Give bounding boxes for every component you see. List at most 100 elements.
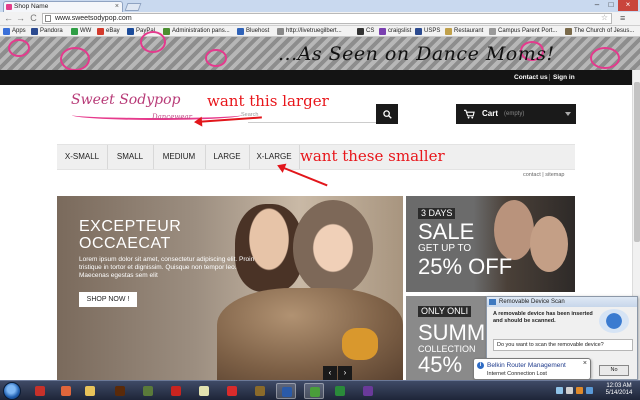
notes-app-icon: [199, 386, 209, 396]
filezilla-app[interactable]: [30, 383, 50, 399]
maximize-button[interactable]: □: [604, 0, 618, 11]
bookmark-label: Campus Parent Port...: [498, 28, 558, 34]
bookmark-favicon-icon: [237, 28, 244, 35]
dreamweaver-app[interactable]: [138, 383, 158, 399]
chrome-app[interactable]: [304, 383, 324, 399]
media-app-icon: [363, 386, 373, 396]
reload-button[interactable]: C: [28, 13, 39, 24]
contact-us-link[interactable]: Contact us: [514, 70, 548, 85]
size-small[interactable]: SMALL: [107, 145, 153, 169]
logo-name[interactable]: Sweet Sodypop: [71, 92, 180, 108]
page-icon: [45, 15, 51, 22]
acrobat-app[interactable]: [166, 383, 186, 399]
tab-close-icon[interactable]: ×: [115, 2, 119, 12]
close-window-button[interactable]: ×: [618, 0, 638, 11]
sign-in-link[interactable]: Sign in: [553, 70, 575, 85]
scanner-icon: [489, 299, 496, 305]
shop-now-button[interactable]: SHOP NOW !: [79, 292, 137, 307]
photoshop-app[interactable]: [276, 383, 296, 399]
minimize-button[interactable]: –: [590, 0, 604, 11]
notes-app[interactable]: [194, 383, 214, 399]
sitemap-link[interactable]: sitemap: [545, 172, 564, 178]
promo-sale-banner[interactable]: 3 DAYS SALE GET UP TO 25% OFF: [406, 196, 575, 292]
cart-button[interactable]: Cart (empty): [456, 104, 576, 124]
bookmark-item[interactable]: Apps: [3, 27, 26, 36]
photo-app[interactable]: [56, 383, 76, 399]
dialog-no-button[interactable]: No: [599, 365, 629, 376]
network-icon[interactable]: [556, 387, 563, 394]
bookmark-label: CS: [366, 28, 375, 34]
size-x-small[interactable]: X-SMALL: [57, 145, 107, 169]
info-icon: i: [477, 362, 484, 369]
bookmark-item[interactable]: The Church of Jesus...: [565, 27, 634, 36]
photo-app-icon: [61, 386, 71, 396]
bookmark-item[interactable]: Administration pans...: [163, 27, 230, 36]
forward-button[interactable]: →: [15, 13, 26, 24]
bookmark-favicon-icon: [31, 28, 38, 35]
promo-headline: SUMM: [418, 320, 486, 345]
tab-title: Shop Name: [14, 3, 49, 10]
start-button[interactable]: [3, 382, 21, 400]
excel-app[interactable]: [330, 383, 350, 399]
clock-date: 5/14/2014: [605, 390, 633, 396]
bookmark-item[interactable]: CS: [357, 27, 374, 36]
balloon-body: Internet Connection Lost: [487, 371, 547, 377]
usb-icon[interactable]: [586, 387, 593, 394]
bookmark-item[interactable]: Campus Parent Port...: [489, 27, 557, 36]
bookmark-item[interactable]: WW: [71, 27, 91, 36]
banner-swirl: [8, 39, 30, 57]
player-app[interactable]: [250, 383, 270, 399]
slider-prev-button[interactable]: ‹: [323, 366, 337, 380]
hero-photo-mitten: [342, 328, 378, 360]
back-button[interactable]: ←: [3, 13, 14, 24]
bookmark-star-icon[interactable]: ☆: [601, 13, 608, 22]
bookmark-label: http://livetruegilbert...: [286, 28, 342, 34]
photoshop-app-icon: [282, 387, 292, 397]
tray-alert-icon[interactable]: [576, 387, 583, 394]
top-nav: Contact us Sign in: [0, 70, 640, 85]
promo-tag: ONLY ONLI: [418, 306, 472, 317]
banner-swirl: [205, 49, 227, 67]
size-medium[interactable]: MEDIUM: [153, 145, 205, 169]
volume-icon[interactable]: [566, 387, 573, 394]
bookmark-label: craigslist: [388, 28, 412, 34]
bookmarks-bar: Apps Pandora WW eBay PayPal Administration pa…: [0, 26, 640, 37]
bookmark-item[interactable]: eBay: [97, 27, 120, 36]
bookmark-item[interactable]: Restaurant: [445, 27, 483, 36]
balloon-close-icon[interactable]: ×: [583, 360, 587, 367]
taskbar-clock[interactable]: 12:03 AM 5/14/2014: [600, 383, 638, 397]
promo-tag: 3 DAYS: [418, 208, 456, 219]
cart-icon: [464, 109, 475, 119]
chrome-menu-icon[interactable]: ≡: [620, 14, 630, 23]
search-button[interactable]: [376, 104, 398, 124]
cart-label: Cart: [482, 109, 499, 118]
explorer-app[interactable]: [80, 383, 100, 399]
cart-count: (empty): [504, 111, 525, 117]
reader-app[interactable]: [222, 383, 242, 399]
slider-next-button[interactable]: ›: [338, 366, 352, 380]
url-input[interactable]: www.sweetsodypop.com ☆: [42, 13, 612, 24]
bookmark-item[interactable]: Pandora: [31, 27, 63, 36]
excel-app-icon: [335, 386, 345, 396]
notification-balloon[interactable]: i Belkin Router Management Internet Conn…: [473, 358, 591, 380]
search-input[interactable]: [248, 105, 376, 123]
bookmark-item[interactable]: USPS: [415, 27, 440, 36]
size-x-large[interactable]: X-LARGE: [249, 145, 299, 169]
bookmark-label: Restaurant: [454, 28, 484, 34]
promo-photo-model: [530, 216, 568, 272]
bookmark-item[interactable]: http://livetruegilbert...: [277, 27, 342, 36]
banner-swirl: [60, 47, 90, 71]
size-large[interactable]: LARGE: [205, 145, 249, 169]
banner-swirl: [590, 47, 620, 69]
bookmark-item[interactable]: craigslist: [379, 27, 411, 36]
new-tab-button[interactable]: [124, 3, 142, 11]
promo-photo-model: [494, 200, 534, 260]
media-app[interactable]: [358, 383, 378, 399]
bookmark-item[interactable]: Bluehost: [237, 27, 269, 36]
illustrator-app[interactable]: [110, 383, 130, 399]
contact-link[interactable]: contact: [523, 172, 541, 178]
dialog-question: Do you want to scan the removable device…: [493, 339, 633, 351]
scrollbar-thumb[interactable]: [634, 82, 640, 242]
tab-shop-name[interactable]: Shop Name ×: [3, 1, 123, 12]
banner-slogan: ...As Seen on Dance Moms!: [278, 43, 555, 65]
